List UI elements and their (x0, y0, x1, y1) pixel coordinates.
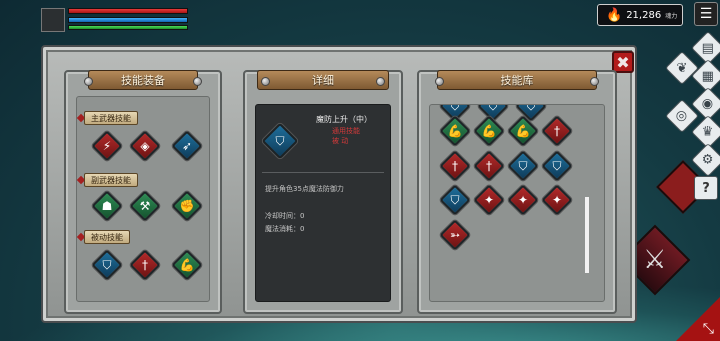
wing-button[interactable]: ❦ (665, 51, 699, 85)
library-skill[interactable]: † (473, 150, 505, 182)
skill-description: 提升角色35点魔法防御力 (265, 185, 344, 193)
dash-icon: ➶ (181, 139, 193, 153)
skill-mana-cost: 魔法消耗：0 (265, 225, 305, 233)
spin-icon: ◈ (140, 139, 150, 153)
experience-bar (68, 25, 188, 30)
arm-icon: 💪 (179, 258, 195, 272)
player-portrait[interactable] (41, 8, 65, 32)
sword-icon: † (486, 159, 492, 173)
sword-icon: † (452, 159, 458, 173)
arm-icon: 💪 (447, 124, 463, 138)
library-skill[interactable]: † (439, 150, 471, 182)
spear-icon: ➳ (449, 228, 461, 242)
shield-icon: ⛉ (526, 104, 536, 113)
library-skill[interactable]: ✦ (473, 184, 505, 216)
divider (262, 172, 384, 173)
magic-shield-icon: ⛉ (275, 133, 285, 148)
scroll-icon: ▤ (701, 40, 715, 56)
fist-icon: ✊ (179, 199, 195, 213)
gear-icon: ⚙ (702, 152, 714, 168)
sword-up-icon: † (142, 258, 148, 272)
bolt-icon (193, 77, 202, 86)
shield-icon: ⛉ (450, 192, 460, 207)
library-title: 技能库 (437, 70, 597, 90)
skill-mode: 被 动 (332, 137, 349, 145)
bolt-icon (84, 77, 93, 86)
mana-bar (68, 17, 188, 23)
sword-icon: ✦ (551, 193, 563, 207)
menu-icon: ☰ (699, 6, 713, 22)
axe-icon: ⚒ (139, 199, 151, 213)
skill-equip-section: 技能装备 主武器技能 副武器技能 被动技能 ⚡ ◈ ➶ ☗ ⚒ ✊ ⛉ † 💪 (64, 70, 222, 314)
shield-icon: ⛉ (450, 104, 460, 113)
soul-currency: 🔥 21,286 魂力 (597, 4, 683, 26)
shield-icon: ⛉ (552, 158, 562, 173)
library-skill[interactable]: ✦ (507, 184, 539, 216)
flame-icon: 🔥 (606, 7, 623, 23)
sword-icon: ⚔ (643, 245, 667, 275)
sub-weapon-label: 副武器技能 (84, 173, 138, 187)
library-skill[interactable]: † (541, 115, 573, 147)
health-bar (68, 8, 188, 14)
bolt-icon (590, 77, 599, 86)
arm-icon: 💪 (481, 124, 497, 138)
library-skill[interactable]: 💪 (507, 115, 539, 147)
main-weapon-label: 主武器技能 (84, 111, 138, 125)
skill-library-section: 技能库 ⛉ ⛉ ⛉ 💪 💪 💪 † † † ⛉ ⛉ ⛉ ✦ ✦ ✦ ➳ (417, 70, 617, 314)
sword-icon: ✦ (483, 193, 495, 207)
library-scrollbar[interactable] (585, 197, 589, 273)
bolt-icon (376, 77, 385, 86)
shield-icon: ⛉ (102, 257, 112, 272)
equip-title: 技能装备 (88, 70, 198, 90)
library-grid[interactable]: ⛉ ⛉ ⛉ 💪 💪 💪 † † † ⛉ ⛉ ⛉ ✦ ✦ ✦ ➳ (429, 104, 605, 302)
skill-name: 魔防上升（中） (316, 115, 372, 124)
skill-type: 通用技能 (332, 127, 360, 135)
menu-button[interactable]: ☰ (694, 2, 718, 26)
library-skill[interactable]: ⛉ (439, 184, 471, 216)
currency-value: 21,286 (626, 9, 662, 21)
shield-icon: ⛉ (518, 158, 528, 173)
library-skill[interactable]: 💪 (473, 115, 505, 147)
skill-cooldown: 冷却时间：0 (265, 212, 305, 220)
bolt-icon (261, 77, 270, 86)
expand-arrow-icon: ⤡ (702, 321, 714, 337)
skill-detail-section: 详细 魔防上升（中） 通用技能 被 动 提升角色35点魔法防御力 冷却时间：0 … (243, 70, 403, 314)
library-skill[interactable]: 💪 (439, 115, 471, 147)
shield-icon: ◉ (702, 96, 714, 112)
library-skill[interactable]: ✦ (541, 184, 573, 216)
currency-unit: 魂力 (665, 12, 678, 20)
sword-icon: ✦ (517, 193, 529, 207)
library-skill[interactable]: ➳ (439, 219, 471, 251)
helm-icon: ☗ (101, 199, 113, 213)
detail-title: 详细 (257, 70, 389, 90)
slash-icon: ⚡ (102, 139, 112, 153)
arm-icon: 💪 (515, 124, 531, 138)
wing-icon: ❦ (676, 60, 688, 76)
eye-icon: ◎ (676, 108, 688, 124)
library-skill[interactable]: ⛉ (507, 150, 539, 182)
shield-icon: ⛉ (488, 104, 498, 113)
armor-icon: ▦ (701, 68, 715, 84)
crown-icon: ♛ (702, 124, 714, 140)
passive-label: 被动技能 (84, 230, 130, 244)
close-button[interactable]: ✖ (612, 51, 634, 73)
library-skill[interactable]: ⛉ (541, 150, 573, 182)
bolt-icon (435, 77, 444, 86)
sword-icon: † (554, 124, 560, 138)
help-button[interactable]: ? (694, 176, 718, 200)
